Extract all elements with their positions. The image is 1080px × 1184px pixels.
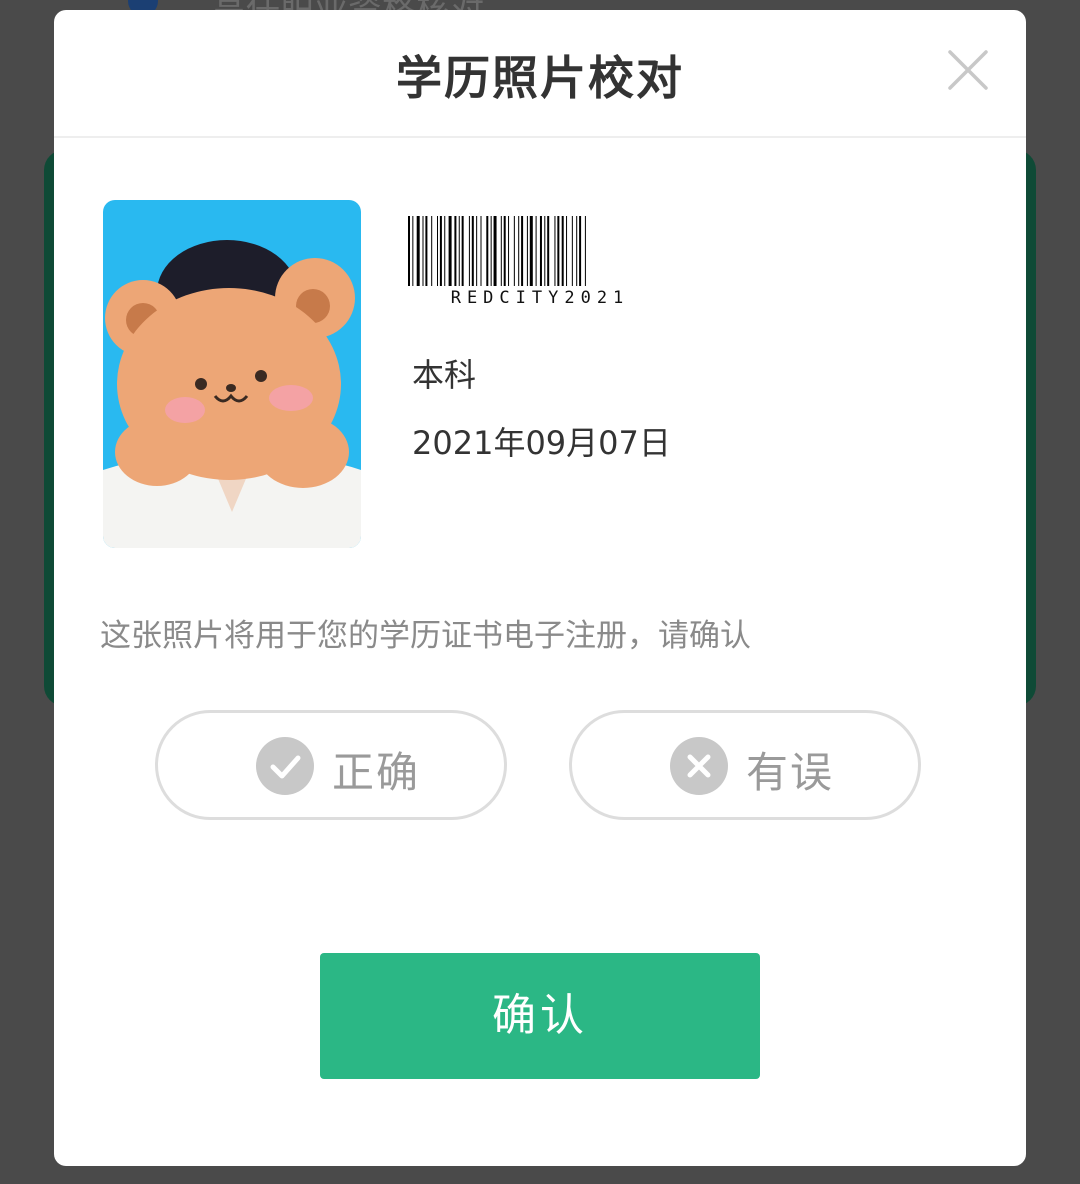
barcode-bar [529, 216, 533, 286]
barcode-bar [554, 216, 556, 286]
barcode-bar [471, 216, 474, 286]
check-circle-icon [256, 737, 314, 795]
close-icon[interactable] [946, 48, 990, 92]
barcode-bar [431, 216, 433, 286]
dialog-title: 学历照片校对 [396, 51, 684, 105]
confirm-button[interactable]: 确认 [320, 953, 760, 1079]
barcode-bar [476, 216, 478, 286]
x-circle-icon [670, 737, 728, 795]
barcode-bar [521, 216, 524, 286]
barcode-bar [422, 216, 424, 286]
barcode-bar [566, 216, 568, 286]
barcode-bar [518, 216, 520, 286]
barcode-bar [544, 216, 546, 286]
barcode-bar [539, 216, 542, 286]
barcode-bar [486, 216, 489, 286]
barcode-bar [408, 216, 410, 286]
barcode-bar [480, 216, 482, 286]
wrong-label: 有误 [746, 748, 835, 797]
barcode-bar [416, 216, 420, 286]
barcode-bar [584, 216, 586, 286]
barcode-bar [500, 216, 502, 286]
barcode-bar [490, 216, 492, 286]
photo-verify-dialog: 学历照片校对 REDCITY2021 本科 2021年09月07日 这张照片将用… [54, 10, 1026, 1166]
barcode-bar [444, 216, 446, 286]
barcode-text: REDCITY2021 [450, 288, 630, 308]
barcode-bar [557, 216, 560, 286]
barcode-bar [571, 216, 573, 286]
correct-label: 正确 [332, 748, 421, 797]
barcode-bar [576, 216, 578, 286]
barcode-bar [513, 216, 515, 286]
dialog-header: 学历照片校对 [54, 10, 1026, 138]
barcode-bar [526, 216, 528, 286]
barcode-bar [508, 216, 510, 286]
degree-level: 本科 [412, 356, 477, 394]
barcode-bar [437, 216, 438, 286]
barcode-bar [425, 216, 428, 286]
barcode-bar [561, 216, 564, 286]
enrollment-date: 2021年09月07日 [412, 424, 671, 462]
barcode-bar [439, 216, 442, 286]
barcode-bar [458, 216, 460, 286]
barcode-bar [461, 216, 464, 286]
correct-button[interactable]: 正确 [155, 710, 507, 820]
barcode-bar [454, 216, 457, 286]
confirm-notice: 这张照片将用于您的学历证书电子注册，请确认 [100, 618, 751, 654]
barcode-bar [493, 216, 497, 286]
barcode-bar [535, 216, 537, 286]
bear-sticker [105, 258, 355, 488]
wrong-button[interactable]: 有误 [569, 710, 921, 820]
barcode-bar [412, 216, 414, 286]
barcode-bar [579, 216, 582, 286]
barcode-bar [547, 216, 550, 286]
barcode-bar [503, 216, 506, 286]
barcode-bar [468, 216, 470, 286]
id-photo [103, 200, 361, 548]
barcode-bar [448, 216, 452, 286]
